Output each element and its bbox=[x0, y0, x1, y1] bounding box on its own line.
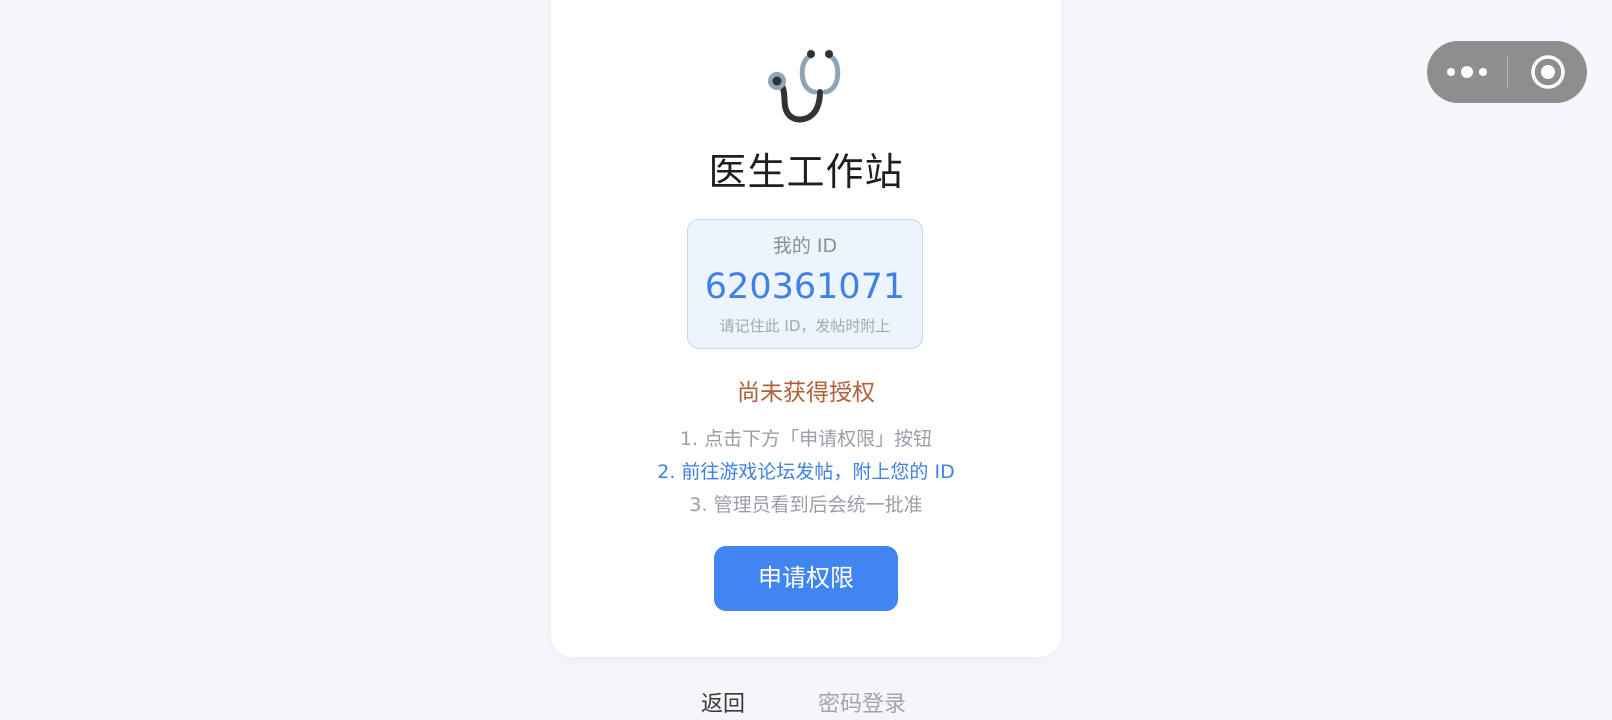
id-value: 620361071 bbox=[704, 267, 906, 307]
target-circle-icon bbox=[1531, 55, 1565, 89]
id-label: 我的 ID bbox=[772, 235, 838, 257]
authorization-status: 尚未获得授权 bbox=[737, 380, 875, 406]
password-login-link[interactable]: 密码登录 bbox=[818, 690, 906, 720]
page-title: 医生工作站 bbox=[708, 150, 904, 194]
apply-permission-button[interactable]: 申请权限 bbox=[714, 546, 898, 611]
miniprogram-capsule bbox=[1427, 41, 1587, 103]
stethoscope-icon bbox=[768, 50, 841, 123]
instruction-step-1: 1. 点击下方「申请权限」按钮 bbox=[679, 428, 933, 450]
my-id-card: 我的 ID 620361071 请记住此 ID，发帖时附上 bbox=[687, 219, 923, 349]
more-dots-icon bbox=[1447, 66, 1487, 78]
id-hint: 请记住此 ID，发帖时附上 bbox=[719, 317, 891, 335]
back-link[interactable]: 返回 bbox=[701, 690, 745, 720]
instruction-steps: 1. 点击下方「申请权限」按钮 2. 前往游戏论坛发帖，附上您的 ID 3. 管… bbox=[551, 423, 1061, 522]
more-button[interactable] bbox=[1427, 41, 1507, 103]
instruction-step-2: 2. 前往游戏论坛发帖，附上您的 ID bbox=[657, 461, 955, 483]
close-miniprogram-button[interactable] bbox=[1508, 41, 1587, 103]
instruction-step-3: 3. 管理员看到后会统一批准 bbox=[689, 494, 923, 516]
